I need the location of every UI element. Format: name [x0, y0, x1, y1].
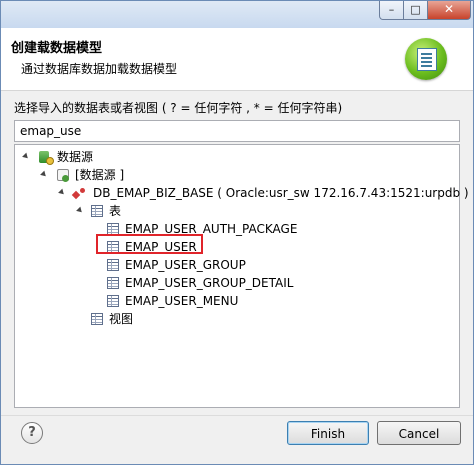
tree-node-datasource[interactable]: [数据源 ]	[39, 166, 179, 184]
footer-divider	[1, 415, 473, 416]
tree-node-label: 视图	[109, 312, 134, 326]
maximize-button[interactable]: □	[403, 1, 428, 20]
wizard-title: 创建载数据模型	[11, 41, 103, 56]
tree-node-label: EMAP_USER_MENU	[125, 294, 239, 308]
view-folder-icon	[91, 313, 103, 325]
collapse-arrow-icon[interactable]	[40, 170, 48, 179]
table-folder-icon	[91, 205, 103, 217]
tree-node-table[interactable]: EMAP_USER_GROUP_DETAIL	[105, 274, 305, 292]
tree-node-views-folder[interactable]: 视图	[89, 310, 169, 328]
collapse-arrow-icon[interactable]	[76, 206, 84, 215]
wizard-header: 创建载数据模型 通过数据库数据加载数据模型	[1, 28, 473, 91]
table-icon	[107, 277, 119, 289]
table-icon	[107, 259, 119, 271]
filter-label: 选择导入的数据表或者视图 ( ? = 任何字符 , * = 任何字符串)	[14, 101, 343, 115]
table-icon	[107, 295, 119, 307]
tree-node-datasource-root[interactable]: 数据源	[21, 148, 141, 166]
wizard-description: 通过数据库数据加载数据模型	[21, 62, 178, 76]
tree-node-tables-folder[interactable]: 表	[75, 202, 155, 220]
filter-input[interactable]	[14, 120, 460, 142]
tree-node-label: 表	[109, 204, 122, 218]
collapse-arrow-icon[interactable]	[22, 152, 30, 161]
title-bar: – □ ✕	[1, 1, 473, 28]
highlight-box	[96, 234, 203, 254]
tree-node-label: DB_EMAP_BIZ_BASE ( Oracle:usr_sw 172.16.…	[93, 186, 469, 200]
tree-node-label: [数据源 ]	[75, 168, 125, 182]
wizard-document-icon	[405, 38, 447, 80]
tree-node-table[interactable]: EMAP_USER_GROUP	[105, 256, 305, 274]
schema-icon	[73, 187, 86, 199]
help-button[interactable]: ?	[21, 422, 43, 444]
database-icon	[57, 169, 69, 182]
tree-node-label: 数据源	[57, 150, 94, 164]
collapse-arrow-icon[interactable]	[58, 188, 66, 197]
finish-button[interactable]: Finish	[287, 421, 369, 445]
table-tree[interactable]: 数据源 [数据源 ] DB_EMAP_BIZ_BASE ( Oracle:usr…	[14, 144, 469, 408]
dialog-window: – □ ✕ 创建载数据模型 通过数据库数据加载数据模型 选择导入的数据表或者视图…	[0, 0, 474, 465]
cancel-button[interactable]: Cancel	[377, 421, 461, 445]
tree-node-connection[interactable]: DB_EMAP_BIZ_BASE ( Oracle:usr_sw 172.16.…	[57, 184, 469, 202]
datasource-icon	[39, 151, 54, 165]
minimize-button[interactable]: –	[379, 1, 404, 20]
tree-node-label: EMAP_USER_GROUP	[125, 258, 246, 272]
close-button[interactable]: ✕	[427, 1, 471, 20]
tree-node-table[interactable]: EMAP_USER_MENU	[105, 292, 305, 310]
tree-node-label: EMAP_USER_GROUP_DETAIL	[125, 276, 294, 290]
